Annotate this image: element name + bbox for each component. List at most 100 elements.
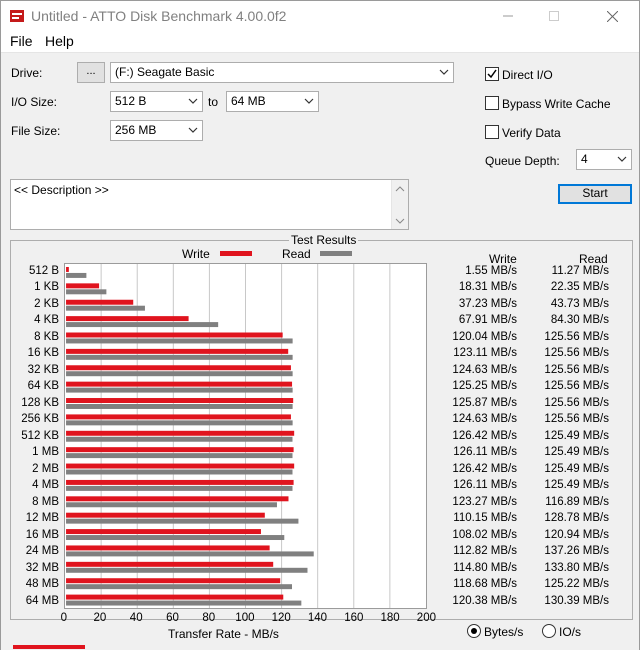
read-value: 125.49 MB/s [544, 429, 609, 442]
menu-help[interactable]: Help [45, 33, 74, 49]
x-tick-label: 40 [129, 612, 143, 624]
x-tick-label: 100 [235, 612, 255, 624]
write-bar [66, 545, 270, 551]
write-bar [66, 266, 69, 272]
browse-drive-button[interactable]: ... [77, 62, 105, 83]
description-scrollbar[interactable] [391, 180, 408, 229]
read-value: 11.27 MB/s [551, 265, 609, 277]
write-bar [66, 430, 295, 436]
file-size-select[interactable]: 256 MB [110, 120, 203, 141]
write-bar [66, 512, 265, 518]
category-label: 64 MB [25, 594, 59, 607]
category-label: 32 MB [25, 561, 59, 574]
read-bar [66, 567, 308, 573]
direct-io-label: Direct I/O [502, 68, 553, 82]
write-value: 126.11 MB/s [453, 446, 517, 459]
category-label: 2 KB [34, 297, 59, 310]
menu-bar: File Help [1, 31, 639, 53]
read-bar [66, 371, 293, 377]
app-icon [10, 10, 24, 22]
io-per-sec-radio[interactable] [542, 624, 556, 638]
close-button[interactable] [589, 1, 635, 31]
scroll-down-icon [395, 218, 405, 224]
category-label: 16 KB [27, 347, 59, 360]
x-tick-label: 0 [60, 612, 67, 624]
status-bar [1, 641, 639, 650]
scroll-up-icon [395, 186, 405, 192]
x-tick-label: 160 [344, 612, 364, 624]
legend-read-label: Read [282, 247, 311, 261]
read-bar [66, 485, 293, 491]
write-value: 123.11 MB/s [453, 347, 517, 360]
category-label: 16 MB [25, 528, 59, 541]
legend-write-swatch [220, 251, 252, 256]
write-bar [66, 479, 294, 485]
read-value: 125.49 MB/s [544, 462, 609, 475]
checkmark-icon [487, 69, 497, 79]
category-label: 64 KB [27, 380, 59, 393]
io-size-label: I/O Size: [11, 95, 58, 109]
write-value: 108.02 MB/s [452, 528, 517, 541]
queue-depth-select[interactable]: 4 [576, 149, 632, 170]
bypass-write-cache-label: Bypass Write Cache [502, 97, 611, 111]
write-bar [66, 283, 100, 289]
write-value: 18.31 MB/s [458, 281, 517, 294]
read-bar [66, 518, 299, 524]
chevron-down-icon [617, 156, 627, 162]
file-size-value: 256 MB [115, 123, 157, 137]
category-label: 32 KB [27, 363, 59, 376]
category-label: 512 KB [21, 429, 59, 442]
x-tick-label: 80 [202, 612, 216, 624]
status-progress [13, 645, 85, 649]
x-tick-label: 200 [416, 612, 436, 624]
category-label: 48 MB [25, 578, 59, 591]
write-bar [66, 561, 274, 567]
read-value: 84.30 MB/s [550, 314, 609, 327]
drive-select[interactable]: (F:) Seagate Basic [110, 62, 454, 83]
bytes-per-sec-radio[interactable] [467, 624, 481, 638]
description-box[interactable]: << Description >> [10, 179, 409, 230]
maximize-button[interactable] [531, 1, 577, 31]
verify-data-checkbox[interactable] [485, 125, 499, 139]
read-bar [66, 322, 219, 328]
category-label: 1 MB [32, 446, 59, 459]
read-bar [66, 535, 285, 541]
minimize-button[interactable] [485, 1, 531, 31]
x-tick-label: 180 [380, 612, 400, 624]
file-size-label: File Size: [11, 124, 61, 138]
write-bar [66, 299, 134, 305]
io-size-to-select[interactable]: 64 MB [226, 91, 319, 112]
verify-data-label: Verify Data [502, 126, 561, 140]
legend-read-swatch [320, 251, 352, 256]
category-label: 512 B [28, 265, 59, 277]
direct-io-checkbox[interactable] [485, 67, 499, 81]
write-value: 124.63 MB/s [452, 413, 517, 426]
write-bar [66, 529, 261, 535]
menu-file[interactable]: File [10, 33, 33, 49]
read-bar [66, 502, 277, 508]
write-value: 124.63 MB/s [452, 363, 517, 376]
bypass-write-cache-checkbox[interactable] [485, 96, 499, 110]
read-bar [66, 289, 107, 295]
results-title: Test Results [289, 233, 359, 247]
io-size-from-value: 512 B [115, 94, 147, 108]
write-bar [66, 496, 289, 502]
read-value: 116.89 MB/s [545, 495, 609, 508]
write-value: 67.91 MB/s [458, 314, 517, 327]
io-size-to-label: to [208, 95, 219, 109]
write-bar [66, 332, 283, 338]
start-button[interactable]: Start [558, 184, 632, 204]
app-window: Untitled - ATTO Disk Benchmark 4.00.0f2 … [0, 0, 640, 650]
category-label: 8 MB [32, 495, 59, 508]
read-bar [66, 551, 314, 557]
write-bar [66, 316, 189, 322]
transfer-rate-chart [64, 263, 427, 609]
title-bar[interactable]: Untitled - ATTO Disk Benchmark 4.00.0f2 [1, 1, 639, 31]
window-title: Untitled - ATTO Disk Benchmark 4.00.0f2 [31, 8, 287, 24]
queue-depth-value: 4 [581, 152, 588, 166]
write-value: 114.80 MB/s [453, 561, 517, 574]
read-value: 125.56 MB/s [544, 380, 609, 393]
io-size-from-select[interactable]: 512 B [110, 91, 203, 112]
chevron-down-icon [439, 69, 449, 75]
read-value: 125.49 MB/s [544, 446, 609, 459]
